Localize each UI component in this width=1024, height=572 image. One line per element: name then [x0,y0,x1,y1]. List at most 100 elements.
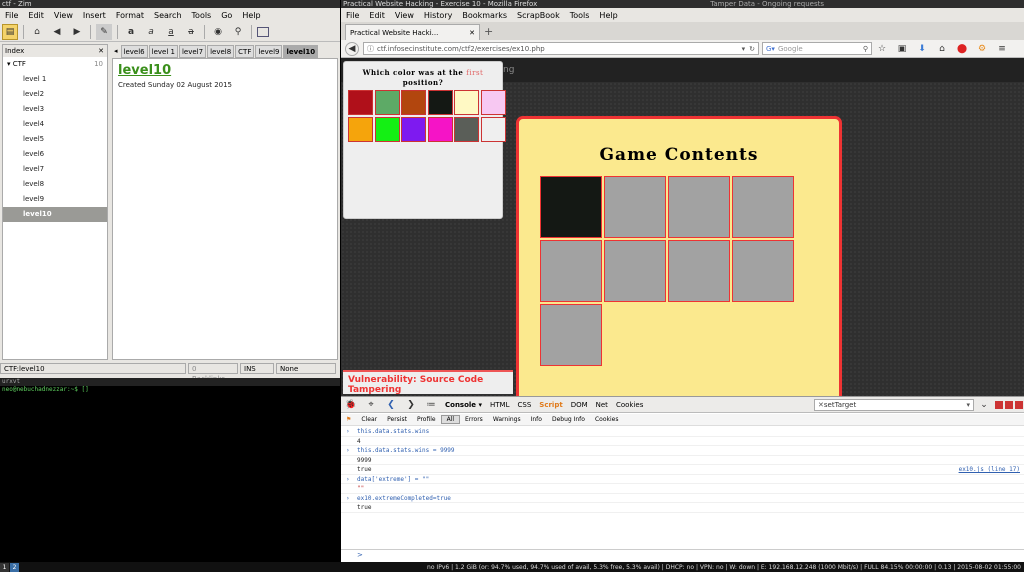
menu-scrapbook[interactable]: ScrapBook [512,11,565,20]
color-swatch[interactable] [348,90,373,115]
pathbar-item[interactable]: level10 [283,44,319,58]
firebug-tab-dom[interactable]: DOM [567,401,592,409]
color-swatch[interactable] [348,116,373,142]
close-icon[interactable]: ✕ [98,45,104,57]
menu-format[interactable]: Format [111,11,149,20]
tree-item-level4[interactable]: level4 [3,117,107,132]
pathbar-item[interactable]: level8 [207,44,235,58]
pathbar-item[interactable]: level9 [255,44,283,58]
new-tab-icon[interactable]: + [484,24,493,40]
menu-file[interactable]: File [341,11,364,20]
adblock-icon[interactable]: ⬤ [954,41,970,57]
preview-icon[interactable]: ◉ [210,24,226,40]
console-filter-cookies[interactable]: Cookies [590,416,624,423]
game-cell[interactable] [668,240,730,302]
pathbar-item[interactable]: level7 [178,44,207,58]
menu-tools[interactable]: Tools [565,11,595,20]
firebug-tab-script[interactable]: Script [535,401,566,409]
underline-icon[interactable]: a [163,24,179,40]
tree-item-level3[interactable]: level3 [3,102,107,117]
new-page-icon[interactable]: ▤ [2,23,18,40]
tree-item-level1[interactable]: level 1 [3,72,107,87]
game-cell[interactable] [604,176,666,238]
menu-insert[interactable]: Insert [78,11,111,20]
color-swatch[interactable] [454,90,479,115]
color-swatch[interactable] [401,116,426,142]
menu-search[interactable]: Search [149,11,186,20]
firebug-icon[interactable]: 🐞 [343,397,359,413]
home-icon[interactable]: ⌂ [29,24,45,40]
site-info-icon[interactable]: ⓘ [367,44,374,54]
menu-view[interactable]: View [49,11,78,20]
console-options-icon[interactable]: ⚑ [341,416,356,423]
color-swatch[interactable] [427,116,453,142]
nav-back-icon[interactable]: ❮ [383,397,399,413]
color-swatch[interactable] [427,90,453,115]
menu-edit[interactable]: Edit [23,11,49,20]
menu-edit[interactable]: Edit [364,11,390,20]
edit-icon[interactable]: ✎ [96,23,112,40]
firebug-tab-net[interactable]: Net [592,401,612,409]
menu-bookmarks[interactable]: Bookmarks [457,11,512,20]
game-cell[interactable] [540,240,602,302]
terminal-window[interactable]: urxvt neo@nebuchadnezzar:~$ [] [0,378,340,562]
workspace-button[interactable]: 1 [0,562,9,572]
color-swatch[interactable] [374,116,400,142]
tree-item-level5[interactable]: level5 [3,132,107,147]
firebug-tab-console[interactable]: Console ▾ [441,401,486,409]
menu-help[interactable]: Help [594,11,622,20]
console-filter-profile[interactable]: Profile [412,416,441,423]
console-filter-clear[interactable]: Clear [356,416,382,423]
search-dropdown-icon[interactable]: ▾ [966,401,970,409]
menu-go[interactable]: Go [216,11,237,20]
inspect-icon[interactable]: ⌖ [363,397,379,413]
game-cell[interactable] [604,240,666,302]
color-swatch[interactable] [454,116,479,142]
console-input[interactable]: > [341,549,1024,561]
close-icon[interactable] [1015,400,1023,409]
pathbar-item[interactable]: CTF [235,44,255,58]
menu-help[interactable]: Help [237,11,265,20]
search-icon[interactable]: ⚲ [863,45,868,53]
color-swatch[interactable] [401,90,426,115]
color-swatch[interactable] [480,90,506,115]
menu-file[interactable]: File [0,11,23,20]
command-editor-icon[interactable]: ≔ [423,397,439,413]
menu-view[interactable]: View [390,11,419,20]
game-cell[interactable] [732,240,794,302]
url-dropdown-icon[interactable]: ▾ [742,45,746,53]
menu-tools[interactable]: Tools [187,11,217,20]
bookmark-star-icon[interactable]: ☆ [874,41,890,57]
console-filter-persist[interactable]: Persist [382,416,412,423]
close-tab-icon[interactable]: ✕ [469,29,475,37]
download-icon[interactable]: ⬇ [914,41,930,57]
tree-item-level2[interactable]: level2 [3,87,107,102]
console-filter-all[interactable]: All [440,415,461,424]
color-swatch[interactable] [480,116,506,142]
workspace-button[interactable]: 2 [10,562,19,572]
back-icon[interactable]: ◀ [49,24,65,40]
page-editor[interactable]: level10 Created Sunday 02 August 2015 [112,58,338,360]
tree-item-level8[interactable]: level8 [3,177,107,192]
search-prev-icon[interactable]: ⌄ [976,397,992,413]
tree-root[interactable]: ▾ CTF 10 [3,57,107,72]
color-swatch[interactable] [374,90,400,115]
pathbar-back-icon[interactable]: ◂ [112,45,120,58]
menu-icon[interactable]: ≡ [994,41,1010,57]
console-filter-debug-info[interactable]: Debug Info [547,416,590,423]
detach-icon[interactable] [1005,400,1013,409]
backlinks-button[interactable]: 0 Backlinks... [188,362,238,383]
tree-item-level9[interactable]: level9 [3,192,107,207]
addon-icon[interactable]: ⚙ [974,41,990,57]
firebug-tab-html[interactable]: HTML [486,401,513,409]
bold-icon[interactable]: a [123,24,139,40]
pathbar-item[interactable]: level6 [120,44,148,58]
attach-icon[interactable]: ⚲ [230,24,246,40]
tree-item-level6[interactable]: level6 [3,147,107,162]
bookmarks-list-icon[interactable]: ▣ [894,41,910,57]
back-icon[interactable]: ◀ [345,41,359,56]
firebug-tab-cookies[interactable]: Cookies [612,401,647,409]
menu-history[interactable]: History [419,11,457,20]
console-source-link[interactable]: ex10.js (line 17) [959,465,1020,475]
tree-item-level10[interactable]: level10 [3,207,107,222]
